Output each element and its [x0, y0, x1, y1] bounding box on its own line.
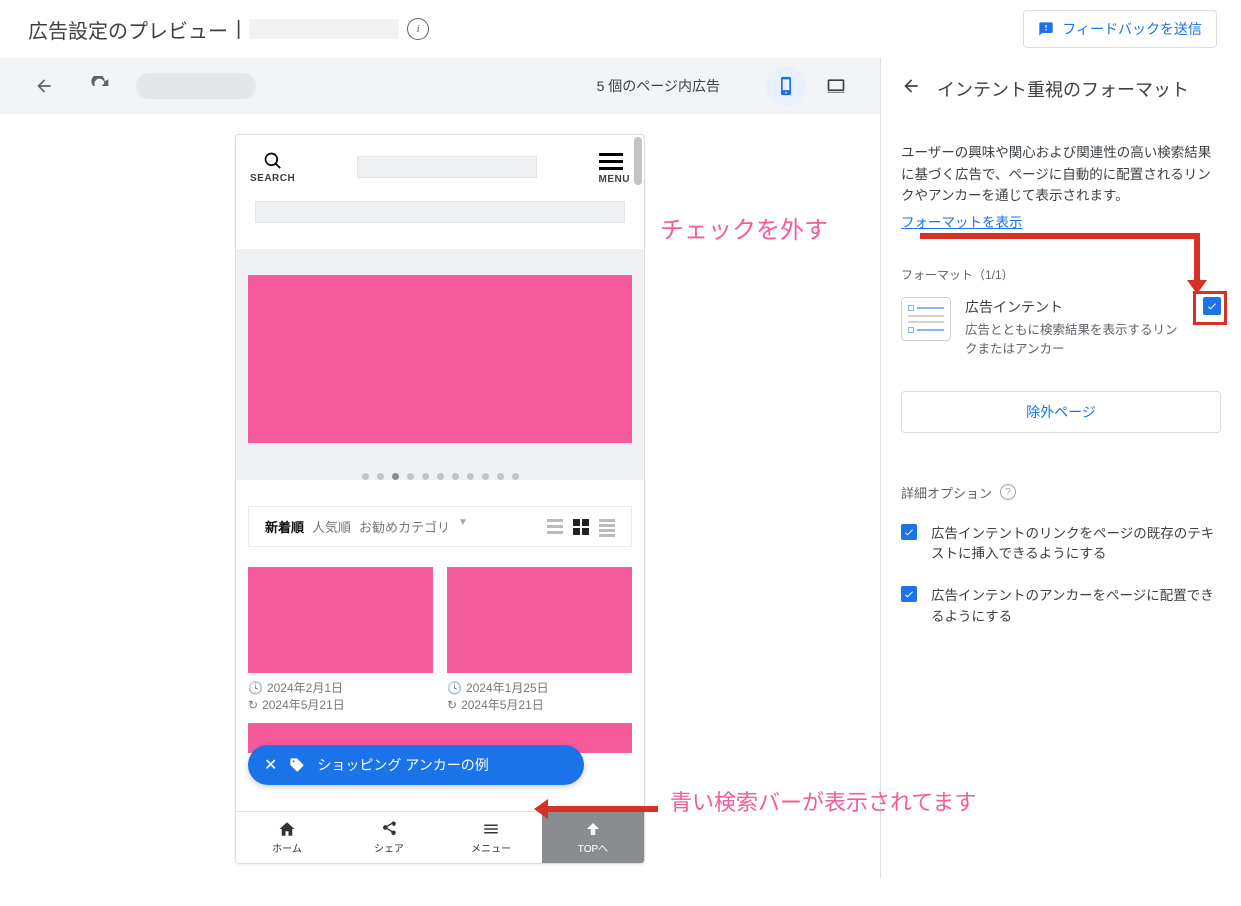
card-thumb — [248, 567, 433, 673]
mock-search-button[interactable]: SEARCH — [250, 151, 295, 184]
page-ad-count: 5 個のページ内広告 — [597, 76, 720, 96]
annotation-arrow-2 — [548, 806, 658, 812]
share-icon — [380, 820, 398, 838]
sort-newest[interactable]: 新着順 — [265, 517, 304, 536]
search-label: SEARCH — [250, 173, 295, 184]
sort-popular[interactable]: 人気順 — [312, 517, 351, 536]
nav-label: メニュー — [471, 840, 511, 855]
annotation-arrow-2-head — [534, 799, 548, 819]
menu-label: MENU — [599, 174, 630, 185]
mobile-device-button[interactable] — [766, 66, 806, 106]
card-updated: 2024年5月21日 — [461, 696, 544, 713]
nav-label: ホーム — [272, 840, 302, 855]
annotation-highlight-box — [1193, 291, 1227, 325]
shopping-anchor[interactable]: ✕ ショッピング アンカーの例 — [248, 745, 584, 785]
desktop-device-button[interactable] — [816, 66, 856, 106]
card-updated: 2024年5月21日 — [262, 696, 345, 713]
refresh-icon: ↻ — [447, 698, 457, 712]
advanced-options-label: 詳細オプション — [901, 483, 992, 502]
hamburger-icon — [599, 153, 623, 170]
refresh-icon: ↻ — [248, 698, 258, 712]
desktop-icon — [826, 76, 846, 96]
view-compact-icon[interactable] — [599, 519, 615, 535]
nav-label: シェア — [374, 840, 404, 855]
mock-title-placeholder — [357, 156, 537, 178]
page-title: 広告設定のプレビュー — [28, 15, 228, 44]
feedback-icon — [1038, 21, 1054, 37]
card-date: 2024年1月25日 — [466, 679, 549, 696]
site-name-placeholder — [249, 19, 399, 39]
clock-icon: 🕓 — [447, 681, 462, 695]
clock-icon: 🕓 — [248, 681, 263, 695]
feedback-label: フィードバックを送信 — [1062, 19, 1202, 39]
help-icon[interactable]: ? — [1000, 484, 1016, 500]
exclude-pages-button[interactable]: 除外ページ — [901, 391, 1221, 433]
format-name: 広告インテント — [965, 297, 1189, 317]
card-date: 2024年2月1日 — [267, 679, 343, 696]
info-icon[interactable]: i — [407, 18, 429, 40]
feedback-button[interactable]: フィードバックを送信 — [1023, 10, 1217, 48]
nav-menu[interactable]: メニュー — [440, 812, 542, 863]
mock-subtitle-placeholder — [255, 201, 625, 223]
card-2[interactable]: 🕓 2024年1月25日 ↻ 2024年5月21日 — [447, 567, 632, 713]
menu-icon — [482, 820, 500, 838]
anchor-label: ショッピング アンカーの例 — [317, 755, 488, 775]
tag-icon — [289, 757, 305, 773]
annotation-arrow-1 — [1194, 233, 1200, 281]
show-format-link[interactable]: フォーマットを表示 — [901, 211, 1023, 231]
arrow-up-icon — [584, 820, 602, 838]
mock-menu-button[interactable]: MENU — [599, 149, 630, 185]
close-icon[interactable]: ✕ — [264, 755, 277, 775]
search-icon — [263, 151, 283, 171]
view-list-icon[interactable] — [547, 519, 563, 535]
view-grid-icon[interactable] — [573, 519, 589, 535]
carousel-dots[interactable] — [236, 473, 644, 480]
reload-button[interactable] — [80, 66, 120, 106]
home-icon — [278, 820, 296, 838]
annotation-arrow-1 — [920, 233, 1200, 239]
scrollbar[interactable] — [634, 137, 642, 185]
hero-ad-slot — [248, 275, 632, 443]
format-sub: 広告とともに検索結果を表示するリンクまたはアンカー — [965, 319, 1189, 357]
card-1[interactable]: 🕓 2024年2月1日 ↻ 2024年5月21日 — [248, 567, 433, 713]
mobile-preview-frame: SEARCH MENU — [235, 134, 645, 864]
nav-share[interactable]: シェア — [338, 812, 440, 863]
card-thumb — [447, 567, 632, 673]
panel-title: インテント重視のフォーマット — [937, 76, 1189, 102]
back-arrow[interactable] — [901, 76, 921, 102]
sort-recommended[interactable]: お勧めカテゴリ — [359, 517, 450, 536]
option-1-checkbox[interactable] — [901, 524, 917, 540]
format-count-label: フォーマット（1/1） — [901, 266, 1221, 283]
back-button[interactable] — [24, 66, 64, 106]
option-2-label: 広告インテントのアンカーをページに配置できるようにする — [931, 586, 1221, 627]
annotation-arrow-1-head — [1187, 280, 1207, 294]
nav-home[interactable]: ホーム — [236, 812, 338, 863]
option-2-checkbox[interactable] — [901, 586, 917, 602]
format-thumb-icon — [901, 297, 951, 341]
panel-description: ユーザーの興味や関心および関連性の高い検索結果に基づく広告で、ページに自動的に配… — [901, 142, 1221, 207]
nav-label: TOPへ — [578, 840, 608, 855]
url-pill — [136, 73, 256, 99]
option-1-label: 広告インテントのリンクをページの既存のテキストに挿入できるようにする — [931, 524, 1221, 565]
nav-top[interactable]: TOPへ — [542, 812, 644, 863]
mobile-icon — [776, 76, 796, 96]
